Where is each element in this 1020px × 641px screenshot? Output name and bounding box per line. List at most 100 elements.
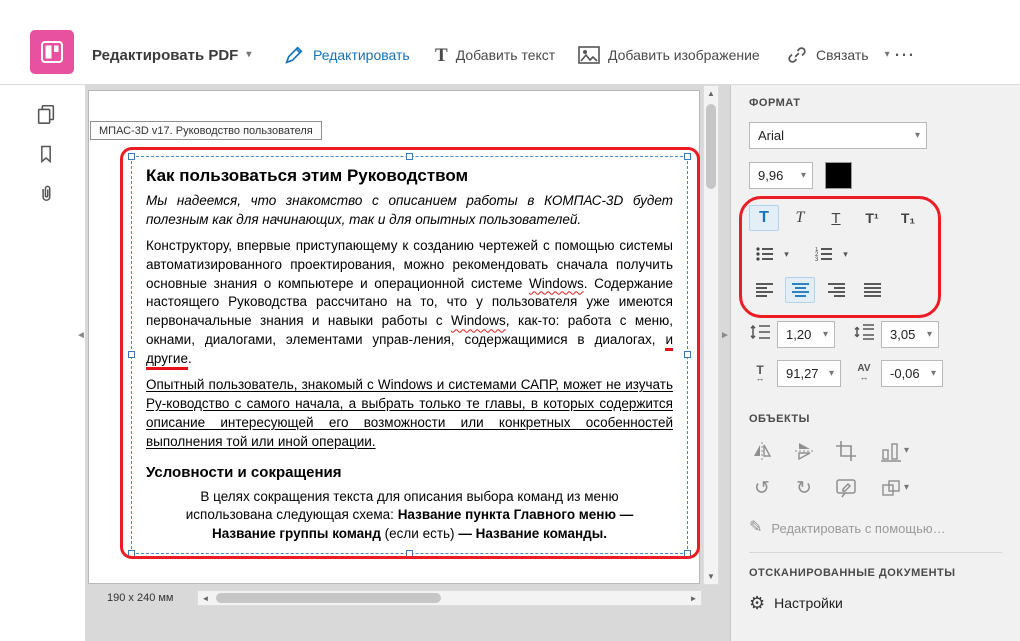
chevron-down-icon: ▾	[843, 248, 848, 259]
document-title-tag: МПАС-3D v17. Руководство пользователя	[90, 121, 322, 140]
resize-handle-middle-left[interactable]	[128, 351, 135, 358]
collapse-right-icon: ►	[720, 330, 730, 341]
spellcheck-underlined-word: Windows	[528, 275, 584, 291]
flip-horizontal-button[interactable]	[749, 439, 775, 463]
format-panel: ФОРМАТ Arial ▾ 9,96 ▾ T T T T¹ T₁ ▾ 1 2 …	[730, 85, 1020, 641]
add-text-button[interactable]: T Добавить текст	[435, 41, 555, 69]
resize-handle-top-left[interactable]	[128, 153, 135, 160]
add-image-icon	[578, 46, 600, 64]
document-title-text: МПАС-3D v17. Руководство пользователя	[99, 124, 313, 137]
character-spacing-select[interactable]: -0,06 ▾	[881, 360, 943, 387]
align-center-icon	[791, 283, 809, 297]
flip-vertical-button[interactable]	[791, 439, 817, 463]
font-color-swatch[interactable]	[825, 162, 852, 189]
font-family-select[interactable]: Arial ▾	[749, 122, 927, 149]
vertical-scrollbar[interactable]: ▲ ▼	[703, 85, 719, 585]
bold-icon: T	[759, 209, 769, 226]
resize-handle-top-center[interactable]	[405, 153, 413, 160]
subscript-button[interactable]: T₁	[893, 205, 923, 231]
bulleted-list-button[interactable]	[749, 241, 779, 267]
rotate-clockwise-button[interactable]: ↻	[791, 476, 817, 500]
top-toolbar: Редактировать PDF ▾ Редактировать T Доба…	[0, 0, 1020, 85]
horizontal-scale-select[interactable]: 91,27 ▾	[777, 360, 841, 387]
resize-handle-bottom-right[interactable]	[684, 550, 691, 557]
align-left-button[interactable]	[749, 277, 779, 303]
font-size-value: 9,96	[758, 168, 784, 183]
scroll-left-arrow[interactable]: ◄	[198, 591, 213, 605]
add-image-label: Добавить изображение	[608, 47, 760, 63]
chevron-down-icon: ▾	[800, 169, 806, 181]
doc-paragraph-3-underlined: Опытный пользователь, знакомый с Windows…	[146, 377, 673, 449]
rotate-ccw-icon: ↺	[754, 477, 770, 499]
edit-pdf-menu[interactable]: Редактировать PDF ▾	[92, 41, 251, 69]
link-button-label: Связать	[816, 47, 869, 63]
line-spacing-value: 1,20	[786, 327, 812, 342]
font-family-value: Arial	[758, 128, 785, 143]
format-section-title: ФОРМАТ	[749, 97, 801, 109]
align-center-button[interactable]	[785, 277, 815, 303]
pages-icon	[37, 104, 55, 124]
vertical-scroll-thumb[interactable]	[706, 104, 716, 189]
scroll-down-arrow[interactable]: ▼	[704, 569, 718, 584]
link-button[interactable]: Связать ▾	[786, 41, 890, 69]
superscript-button[interactable]: T¹	[857, 205, 887, 231]
chevron-down-icon: ▾	[246, 49, 252, 60]
svg-text:3: 3	[815, 257, 819, 261]
page-thumbnails-button[interactable]	[33, 101, 59, 127]
add-text-icon: T	[435, 44, 448, 66]
numbered-list-button[interactable]: 123	[808, 241, 838, 267]
bookmarks-button[interactable]	[33, 141, 59, 167]
character-spacing-arrow: ↔	[859, 371, 869, 382]
underline-button[interactable]: T	[821, 205, 851, 231]
edit-with-button[interactable]: ✎ Редактировать с помощью…	[749, 520, 1020, 536]
edit-pdf-tool-glyph	[41, 41, 63, 63]
chevron-down-icon: ▾	[822, 328, 828, 340]
bold-button[interactable]: T	[749, 205, 779, 231]
text-edit-frame[interactable]: Как пользоваться этим Руководством Мы на…	[128, 153, 691, 557]
edit-pdf-tool-icon[interactable]	[30, 30, 74, 74]
arrange-objects-button[interactable]: ▾	[875, 476, 915, 500]
horizontal-scrollbar[interactable]: ◄ ►	[197, 590, 702, 606]
italic-button[interactable]: T	[785, 205, 815, 231]
resize-handle-bottom-left[interactable]	[128, 550, 135, 557]
ellipsis-icon: …	[893, 36, 916, 61]
horizontal-scroll-thumb[interactable]	[216, 593, 441, 603]
rotate-counterclockwise-button[interactable]: ↺	[749, 476, 775, 500]
scroll-up-arrow[interactable]: ▲	[704, 86, 718, 101]
line-spacing-select[interactable]: 1,20 ▾	[777, 321, 835, 348]
numbered-list-options-button[interactable]: ▾	[838, 241, 853, 267]
crop-button[interactable]	[833, 439, 859, 463]
edit-button[interactable]: Редактировать	[283, 41, 410, 69]
align-right-button[interactable]	[821, 277, 851, 303]
add-text-label: Добавить текст	[455, 47, 556, 63]
horizontal-scale-arrow: ↔	[755, 372, 765, 383]
collapse-right-pane-arrow[interactable]: ►	[720, 330, 730, 341]
align-justify-button[interactable]	[857, 277, 887, 303]
page-size-label: 190 x 240 мм	[107, 592, 174, 604]
attachments-button[interactable]	[33, 181, 59, 207]
resize-handle-bottom-center[interactable]	[405, 550, 413, 557]
collapse-left-pane-arrow[interactable]: ◄	[76, 330, 86, 341]
add-image-button[interactable]: Добавить изображение	[578, 41, 760, 69]
align-right-icon	[827, 283, 845, 297]
character-spacing-value: -0,06	[890, 366, 920, 381]
section-divider	[749, 552, 1002, 553]
scroll-right-arrow[interactable]: ►	[686, 591, 701, 605]
flip-horizontal-icon	[754, 442, 772, 460]
scanned-documents-section-title: ОТСКАНИРОВАННЫЕ ДОКУМЕНТЫ	[749, 567, 956, 579]
paragraph-spacing-select[interactable]: 3,05 ▾	[881, 321, 939, 348]
chevron-down-icon: ▾	[903, 445, 910, 456]
align-objects-button[interactable]: ▾	[875, 439, 915, 463]
font-size-select[interactable]: 9,96 ▾	[749, 162, 813, 189]
chevron-down-icon: ▾	[884, 49, 890, 60]
more-tools-button[interactable]: …	[893, 35, 916, 63]
chevron-down-icon: ▾	[914, 129, 920, 141]
resize-handle-top-right[interactable]	[684, 153, 691, 160]
edit-pdf-menu-label: Редактировать PDF	[92, 46, 239, 64]
resize-handle-middle-right[interactable]	[684, 351, 691, 358]
replace-object-button[interactable]	[833, 476, 859, 500]
bulleted-list-options-button[interactable]: ▾	[779, 241, 794, 267]
settings-button[interactable]: ⚙ Настройки	[749, 594, 1020, 612]
objects-section-title: ОБЪЕКТЫ	[749, 413, 810, 425]
chevron-down-icon: ▾	[828, 367, 834, 379]
